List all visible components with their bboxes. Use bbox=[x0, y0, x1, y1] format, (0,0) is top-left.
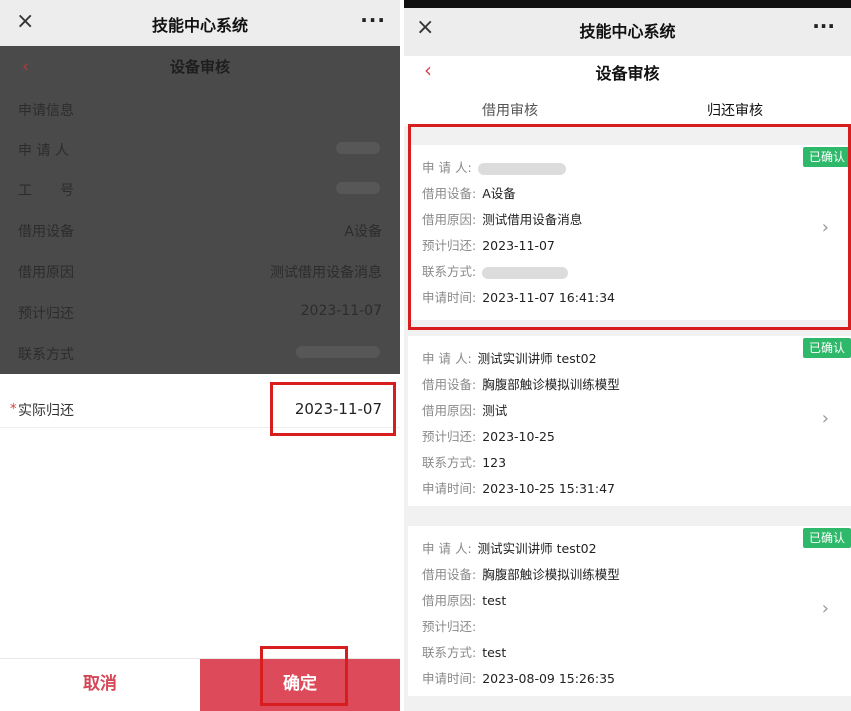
applicant-value: 测试实训讲师 test02 bbox=[477, 541, 597, 556]
contact-label: 联系方式: bbox=[422, 645, 477, 660]
actual-return-label: 实际归还 bbox=[18, 403, 74, 419]
apply-time-value: 2023-10-25 15:31:47 bbox=[482, 481, 615, 496]
left-top-bar: × 技能中心系统 ··· bbox=[0, 0, 400, 46]
reason-label: 借用原因 bbox=[18, 265, 74, 281]
highlight-box-actual-return bbox=[270, 382, 396, 436]
tab-return-review[interactable]: 归还审核 bbox=[707, 100, 763, 120]
highlight-box-first-card bbox=[408, 124, 851, 330]
detail-row-expected-return: 预计归还 2023-11-07 bbox=[0, 291, 400, 332]
card-row-apply-time: 申请时间: 2023-10-25 15:31:47 bbox=[422, 478, 615, 496]
chevron-right-icon[interactable]: › bbox=[822, 408, 829, 429]
apply-time-label: 申请时间: bbox=[422, 481, 477, 496]
section-header-label: 申请信息 bbox=[18, 103, 74, 119]
device-label: 借用设备: bbox=[422, 567, 477, 582]
detail-row-contact: 联系方式 bbox=[0, 332, 400, 373]
section-header: 申请信息 bbox=[0, 88, 400, 129]
expected-return-label: 预计归还: bbox=[422, 619, 477, 634]
job-no-label: 工 号 bbox=[18, 183, 74, 199]
job-no-value-blurred bbox=[336, 182, 380, 194]
contact-label: 联系方式: bbox=[422, 455, 477, 470]
card-row-apply-time: 申请时间: 2023-08-09 15:26:35 bbox=[422, 668, 615, 686]
dimmed-detail-overlay: ‹ 设备审核 申请信息 申 请 人 工 号 借用设备 A设备 借用原因 测试借用… bbox=[0, 46, 400, 374]
contact-value-blurred bbox=[296, 346, 380, 358]
device-label: 借用设备: bbox=[422, 377, 477, 392]
expected-return-label: 预计归还: bbox=[422, 429, 477, 444]
contact-label: 联系方式 bbox=[18, 347, 74, 363]
reason-label: 借用原因: bbox=[422, 403, 477, 418]
reason-value: 测试借用设备消息 bbox=[270, 265, 382, 281]
card-row-device: 借用设备: 胸腹部触诊模拟训练模型 bbox=[422, 374, 620, 392]
detail-row-job-no: 工 号 bbox=[0, 168, 400, 209]
applicant-value: 测试实训讲师 test02 bbox=[477, 351, 597, 366]
right-top-bar: × 技能中心系统 ··· bbox=[404, 0, 851, 56]
app-title: 技能中心系统 bbox=[151, 16, 248, 35]
return-record-card[interactable]: 已确认 申 请 人: 测试实训讲师 test02 借用设备: 胸腹部触诊模拟训练模型… bbox=[408, 336, 851, 506]
applicant-label: 申 请 人: bbox=[422, 351, 472, 366]
left-screen: × 技能中心系统 ··· ‹ 设备审核 申请信息 申 请 人 工 号 借用设备 … bbox=[0, 0, 400, 711]
required-mark: * bbox=[10, 402, 17, 417]
expected-return-label: 预计归还 bbox=[18, 306, 74, 322]
more-icon[interactable]: ··· bbox=[812, 14, 835, 38]
applicant-label: 申 请 人: bbox=[422, 541, 472, 556]
apply-time-label: 申请时间: bbox=[422, 671, 477, 686]
card-row-contact: 联系方式: test bbox=[422, 642, 506, 660]
highlight-box-confirm bbox=[260, 646, 348, 706]
return-record-card[interactable]: 已确认 申 请 人: 测试实训讲师 test02 借用设备: 胸腹部触诊模拟训练模型… bbox=[408, 526, 851, 696]
device-label: 借用设备 bbox=[18, 224, 74, 240]
device-value: A设备 bbox=[344, 224, 382, 240]
detail-row-device: 借用设备 A设备 bbox=[0, 209, 400, 250]
nav-header: ‹ 设备审核 借用审核 归还审核 bbox=[404, 56, 851, 127]
detail-row-reason: 借用原因 测试借用设备消息 bbox=[0, 250, 400, 291]
card-row-contact: 联系方式: 123 bbox=[422, 452, 506, 470]
device-value: 胸腹部触诊模拟训练模型 bbox=[482, 377, 620, 392]
page-title: 设备审核 bbox=[169, 58, 230, 76]
card-row-applicant: 申 请 人: 测试实训讲师 test02 bbox=[422, 348, 597, 366]
reason-label: 借用原因: bbox=[422, 593, 477, 608]
applicant-value-blurred bbox=[336, 142, 380, 154]
page-title: 设备审核 bbox=[595, 64, 660, 83]
app-title: 技能中心系统 bbox=[579, 22, 676, 41]
status-badge: 已确认 bbox=[802, 528, 851, 548]
chevron-right-icon[interactable]: › bbox=[822, 598, 829, 619]
device-value: 胸腹部触诊模拟训练模型 bbox=[482, 567, 620, 582]
card-row-reason: 借用原因: 测试 bbox=[422, 400, 507, 418]
card-row-device: 借用设备: 胸腹部触诊模拟训练模型 bbox=[422, 564, 620, 582]
tab-borrow-review[interactable]: 借用审核 bbox=[482, 100, 538, 120]
apply-time-value: 2023-08-09 15:26:35 bbox=[482, 671, 615, 686]
card-row-applicant: 申 请 人: 测试实训讲师 test02 bbox=[422, 538, 597, 556]
more-icon[interactable]: ··· bbox=[360, 8, 386, 32]
card-row-expected-return: 预计归还: bbox=[422, 616, 482, 634]
detail-row-applicant: 申 请 人 bbox=[0, 128, 400, 169]
expected-return-value: 2023-11-07 bbox=[300, 303, 382, 319]
applicant-label: 申 请 人 bbox=[18, 143, 69, 159]
contact-value: test bbox=[482, 645, 507, 660]
status-badge: 已确认 bbox=[802, 338, 851, 358]
reason-value: 测试 bbox=[482, 403, 508, 418]
expected-return-value: 2023-10-25 bbox=[482, 429, 555, 444]
right-screen: × 技能中心系统 ··· ‹ 设备审核 借用审核 归还审核 已确认 申 请 人:… bbox=[404, 0, 851, 711]
reason-value: test bbox=[482, 593, 507, 608]
card-row-expected-return: 预计归还: 2023-10-25 bbox=[422, 426, 555, 444]
contact-value: 123 bbox=[482, 455, 507, 470]
cancel-button[interactable]: 取消 bbox=[0, 659, 200, 711]
card-row-reason: 借用原因: test bbox=[422, 590, 506, 608]
